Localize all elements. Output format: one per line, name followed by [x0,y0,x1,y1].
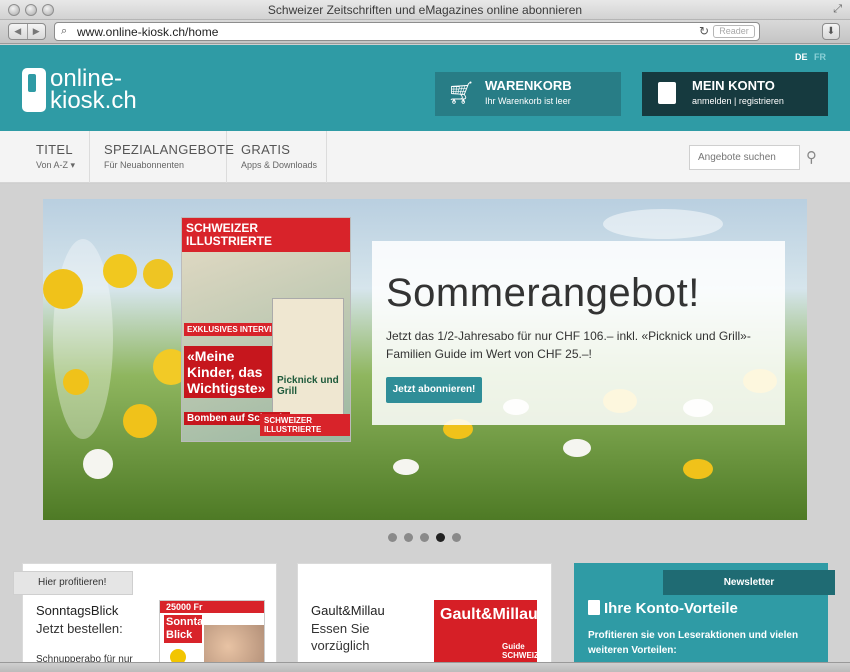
slider-dot[interactable] [404,533,413,542]
magazine-headline: «Meine Kinder, das Wichtigste» [184,346,279,398]
card-title: SonntagsBlick [36,603,119,618]
search-button-icon[interactable]: ⚲ [806,148,817,166]
promo-box: Sommerangebot! Jetzt das 1/2-Jahresabo f… [372,241,785,425]
logo-line-2: kiosk.ch [50,87,137,114]
magazine-masthead: SCHWEIZER ILLUSTRIERTE [182,218,350,252]
card-subtitle-2: vorzüglich [311,638,370,653]
promo-text: Jetzt das 1/2-Jahresabo für nur CHF 106.… [386,329,751,361]
benefits-text: Profitieren sie von Leseraktionen und vi… [588,630,799,656]
account-title: MEIN KONTO [692,78,775,93]
lang-de-link[interactable]: DE [795,52,808,62]
card-flag: Hier profitieren! [13,571,133,595]
nav-item-sublabel: Apps & Downloads [241,160,318,170]
nav-item-spezialangebote[interactable]: SPEZIALANGEBOTE Für Neuabonnenten [90,131,234,183]
search-input[interactable] [689,145,800,170]
promo-title: Sommerangebot! [386,271,700,315]
benefits-heading: Ihre Konto-Vorteile [588,600,738,617]
nav-item-sublabel: Von A-Z ▾ [36,160,76,170]
slider-dot[interactable] [388,533,397,542]
nav-item-gratis[interactable]: GRATIS Apps & Downloads [227,131,327,183]
site-header: DE FR online- kiosk.ch 🛒︎ WARENKORB Ihr … [0,45,850,131]
book-icon [588,600,600,615]
cover-title: Sonntags Blick [164,615,217,643]
slider-dots [388,533,461,542]
magazine-insert: Picknick und Grill [272,298,344,423]
history-buttons: ◀ ▶ [8,23,46,40]
url-text[interactable]: www.online-kiosk.ch/home [77,25,218,39]
downloads-button[interactable]: ⬇ [822,23,840,40]
cart-icon: 🛒︎ [447,80,475,105]
magazine-insert-title: Picknick und Grill [277,375,339,397]
benefits-heading-text: Ihre Konto-Vorteile [604,600,738,617]
logo-mark-icon [22,68,46,112]
account-links[interactable]: anmelden | registrieren [692,96,784,106]
cover-title: Gault&Millau [440,606,537,623]
site-logo[interactable]: online- kiosk.ch [22,67,137,113]
slider-dot-active[interactable] [436,533,445,542]
card-subtitle: Jetzt bestellen: [36,621,123,636]
magazine-cover[interactable]: SCHWEIZER ILLUSTRIERTE EXKLUSIVES INTERV… [181,217,351,442]
account-button[interactable]: MEIN KONTO anmelden | registrieren [642,72,828,116]
subscribe-button[interactable]: Jetzt abonnieren! [386,377,482,403]
cover-guide: Guide SCHWEIZ [502,642,537,660]
slider-dot[interactable] [452,533,461,542]
reload-icon[interactable]: ↻ [699,24,709,38]
card-title: Gault&Millau [311,603,385,618]
cover-band: 25000 Fr [160,601,264,613]
card-subtitle: Essen Sie [311,621,370,636]
back-button[interactable]: ◀ [9,24,27,39]
newsletter-tab[interactable]: Newsletter [663,570,835,595]
search-icon: ⌕ [61,25,68,37]
lang-fr-link[interactable]: FR [814,52,826,62]
nav-item-label: SPEZIALANGEBOTE [104,142,235,157]
cart-status: Ihr Warenkorb ist leer [485,96,571,106]
reader-button[interactable]: Reader [713,25,755,38]
address-bar[interactable]: ⌕ www.online-kiosk.ch/home ↻ Reader [54,22,760,41]
window-title: Schweizer Zeitschriften und eMagazines o… [267,3,583,17]
cart-button[interactable]: 🛒︎ WARENKORB Ihr Warenkorb ist leer [435,72,621,116]
book-icon [658,82,676,104]
forward-button[interactable]: ▶ [26,24,46,39]
nav-item-label: GRATIS [241,142,291,157]
logo-text: online- kiosk.ch [50,67,137,114]
slider-dot[interactable] [420,533,429,542]
fullscreen-icon[interactable]: ⤢ [833,3,842,16]
cart-title: WARENKORB [485,78,572,93]
browser-toolbar: ◀ ▶ ⌕ www.online-kiosk.ch/home ↻ Reader … [0,20,850,44]
magazine-tag: SCHWEIZER ILLUSTRIERTE [260,414,350,436]
nav-item-sublabel: Für Neuabonnenten [104,160,185,170]
browser-statusbar [0,662,850,672]
nav-item-label: TITEL [36,142,73,157]
nav-item-titel[interactable]: TITEL Von A-Z ▾ [22,131,90,183]
window-titlebar: Schweizer Zeitschriften und eMagazines o… [0,0,850,20]
